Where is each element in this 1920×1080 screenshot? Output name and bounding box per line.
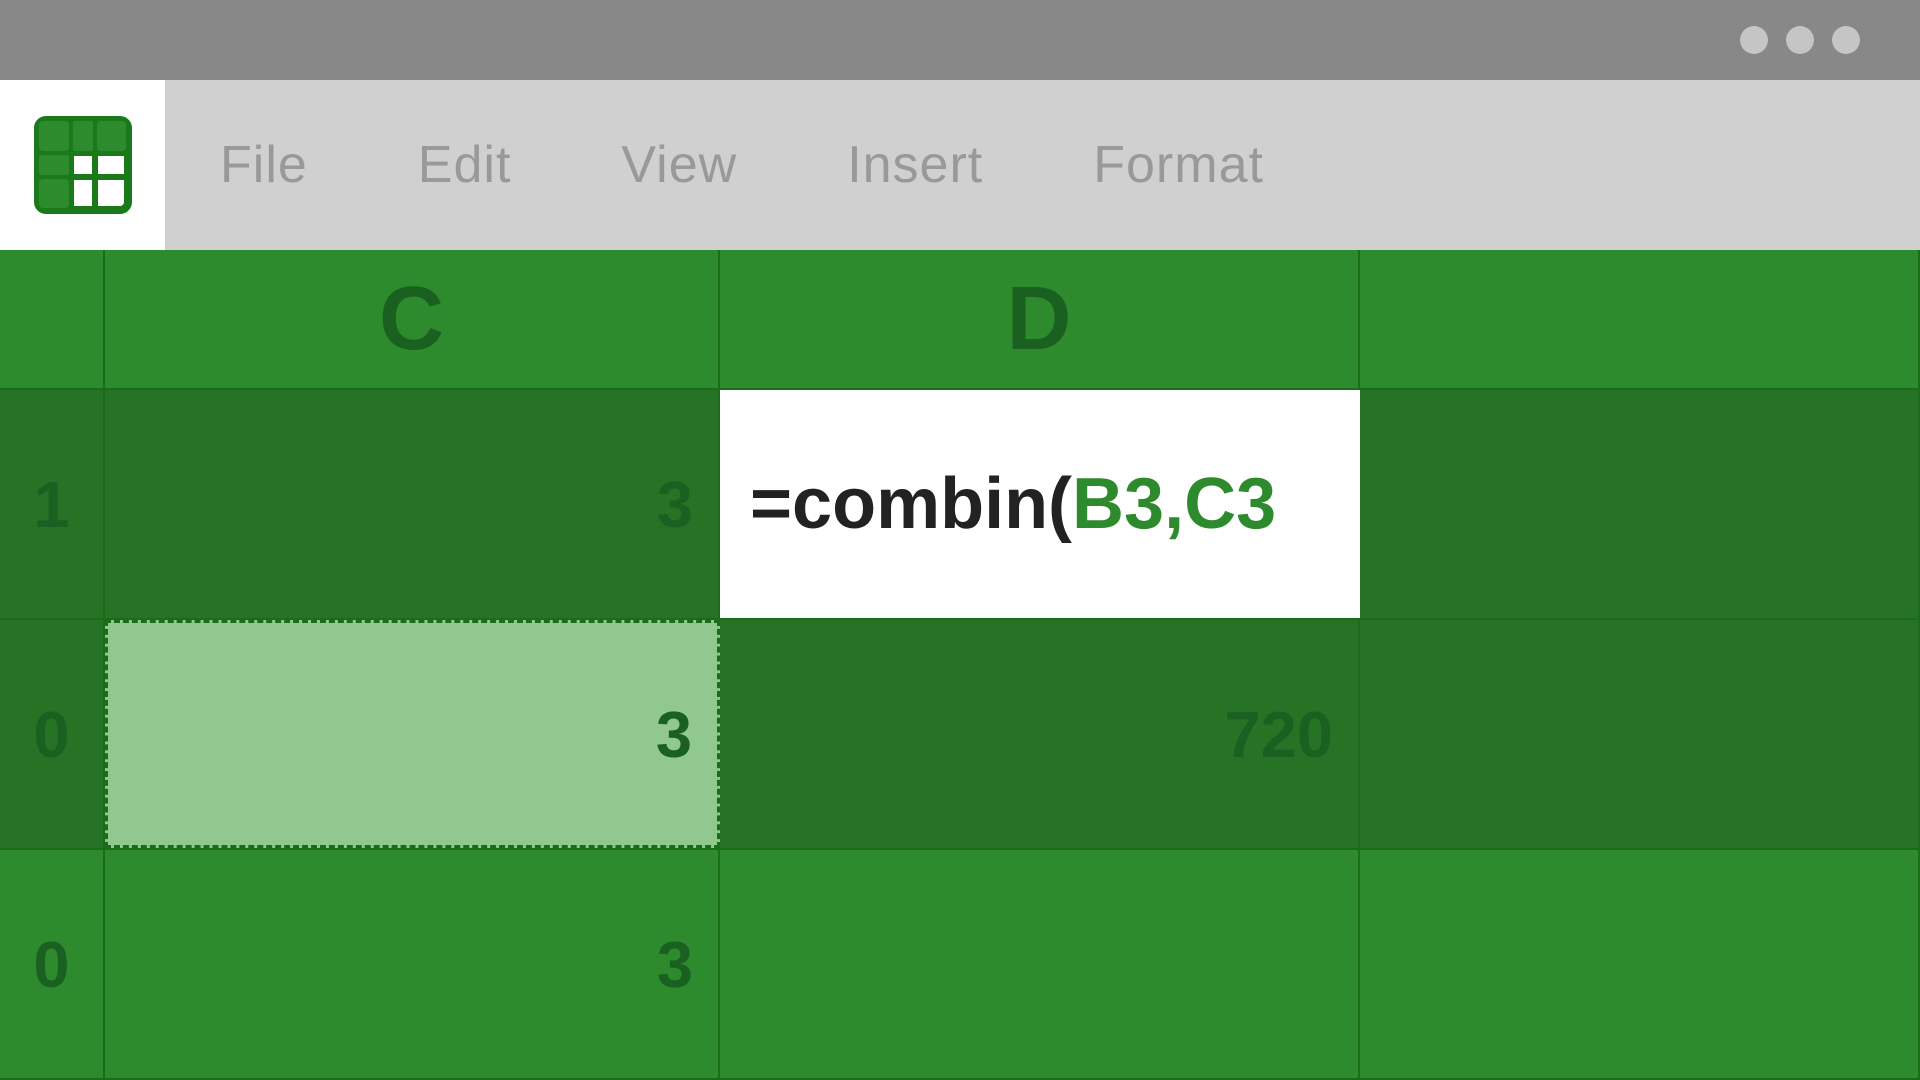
column-header-c[interactable]: C — [105, 250, 720, 390]
cell-d2[interactable]: 720 — [720, 620, 1360, 848]
cell-c1[interactable]: 3 — [105, 390, 720, 618]
cell-c2-selected[interactable]: 3 — [105, 620, 720, 848]
cell-e2[interactable] — [1360, 620, 1920, 848]
formula-green-part: B3,C3 — [1072, 464, 1276, 544]
cell-c3[interactable]: 3 — [105, 850, 720, 1078]
cell-d1-formula[interactable]: =combin(B3,C3 — [720, 390, 1360, 618]
window-controls — [1740, 26, 1860, 54]
menu-item-view[interactable]: View — [566, 80, 792, 250]
grid-row: 0 3 720 — [0, 620, 1920, 850]
cell-value: 720 — [1225, 697, 1333, 772]
minimize-button[interactable] — [1740, 26, 1768, 54]
formula-display: =combin(B3,C3 — [750, 463, 1276, 545]
cell-d3[interactable] — [720, 850, 1360, 1078]
row-number-1: 1 — [0, 390, 105, 618]
app-logo — [0, 80, 165, 250]
menu-item-file[interactable]: File — [165, 80, 363, 250]
close-button[interactable] — [1832, 26, 1860, 54]
menu-bar: File Edit View Insert Format — [0, 80, 1920, 250]
row-number-3: 0 — [0, 850, 105, 1078]
grid-row: 0 3 — [0, 850, 1920, 1080]
cell-e1[interactable] — [1360, 390, 1920, 618]
column-headers: C D — [0, 250, 1920, 390]
logo-icon — [33, 115, 133, 215]
maximize-button[interactable] — [1786, 26, 1814, 54]
cell-value: 3 — [657, 927, 693, 1002]
cell-e3[interactable] — [1360, 850, 1920, 1078]
corner-header — [0, 250, 105, 390]
formula-black-part: =combin( — [750, 464, 1072, 544]
menu-item-insert[interactable]: Insert — [792, 80, 1038, 250]
title-bar — [0, 0, 1920, 80]
grid-rows: 1 3 =combin(B3,C3 0 3 720 0 — [0, 390, 1920, 1080]
column-header-e[interactable] — [1360, 250, 1920, 390]
menu-item-format[interactable]: Format — [1038, 80, 1319, 250]
menu-items: File Edit View Insert Format — [165, 80, 1920, 250]
spreadsheet: C D 1 3 =combin(B3,C3 0 3 7 — [0, 250, 1920, 1080]
cell-value: 3 — [657, 467, 693, 542]
menu-item-edit[interactable]: Edit — [363, 80, 567, 250]
cell-value: 3 — [656, 697, 692, 772]
column-header-d[interactable]: D — [720, 250, 1360, 390]
row-number-2: 0 — [0, 620, 105, 848]
grid-row: 1 3 =combin(B3,C3 — [0, 390, 1920, 620]
